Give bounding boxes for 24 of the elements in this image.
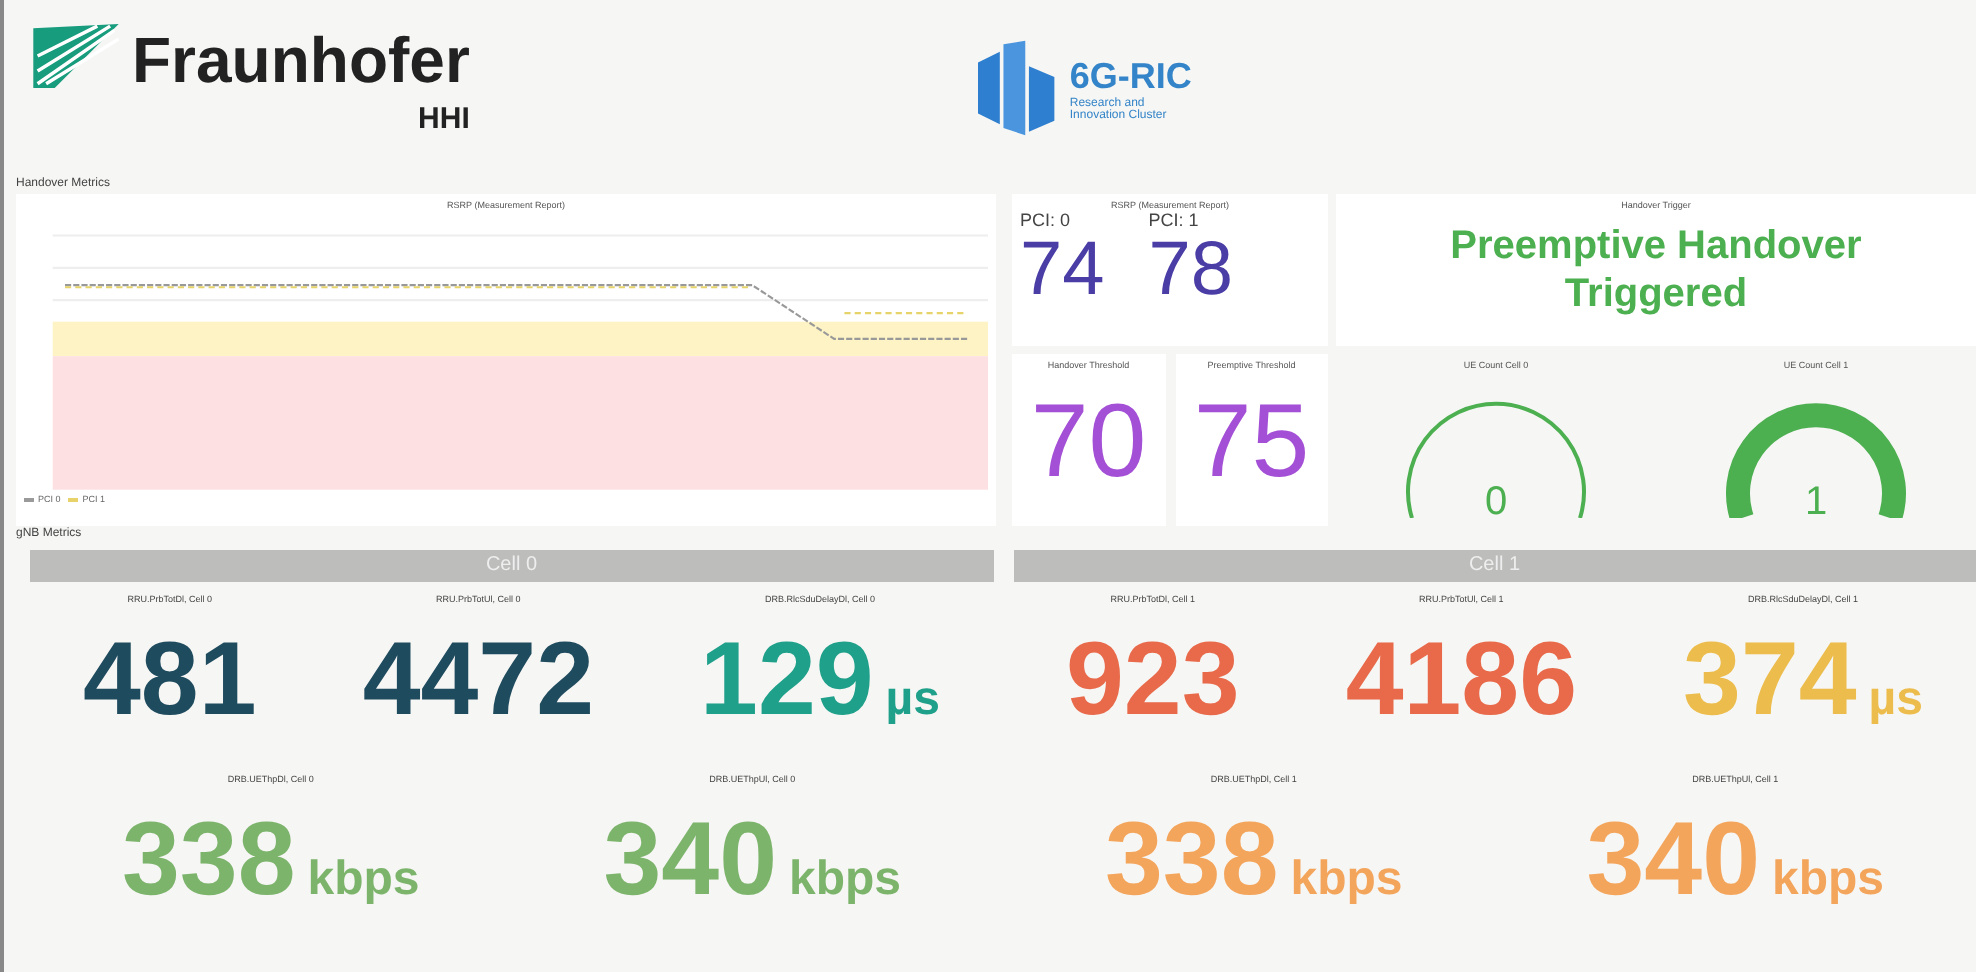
metric-value: 129 µs <box>700 620 940 740</box>
buildings-icon <box>977 38 1058 138</box>
metric-value: 4186 <box>1345 620 1577 740</box>
trigger-status: Preemptive Handover Triggered <box>1448 222 1864 318</box>
org-name: Fraunhofer <box>132 24 470 98</box>
gauge-value: 1 <box>1802 480 1830 526</box>
metric-value: 923 <box>1066 620 1240 740</box>
gauge-value: 0 <box>1482 480 1510 526</box>
metric-value: 338 kbps <box>121 800 420 920</box>
threshold-value: 70 <box>1030 382 1147 502</box>
fraunhofer-logo-icon <box>32 24 120 88</box>
metric-value: 374 µs <box>1683 620 1923 740</box>
metric-value: 481 <box>83 620 257 740</box>
rsrp-value: 74 <box>1020 230 1105 310</box>
metric-value: 4472 <box>362 620 594 740</box>
cluster-name: 6G-RIC <box>1069 55 1192 97</box>
metric-value: 340 kbps <box>603 800 902 920</box>
pci-label: PCI: 1 <box>1148 210 1201 230</box>
org-unit: HHI <box>418 102 470 136</box>
rsrp-value: 78 <box>1148 230 1234 310</box>
threshold-value: 75 <box>1193 382 1310 502</box>
metric-value: 340 kbps <box>1586 800 1885 920</box>
metric-value: 338 kbps <box>1104 800 1403 920</box>
pci-label: PCI: 0 <box>1020 210 1073 230</box>
